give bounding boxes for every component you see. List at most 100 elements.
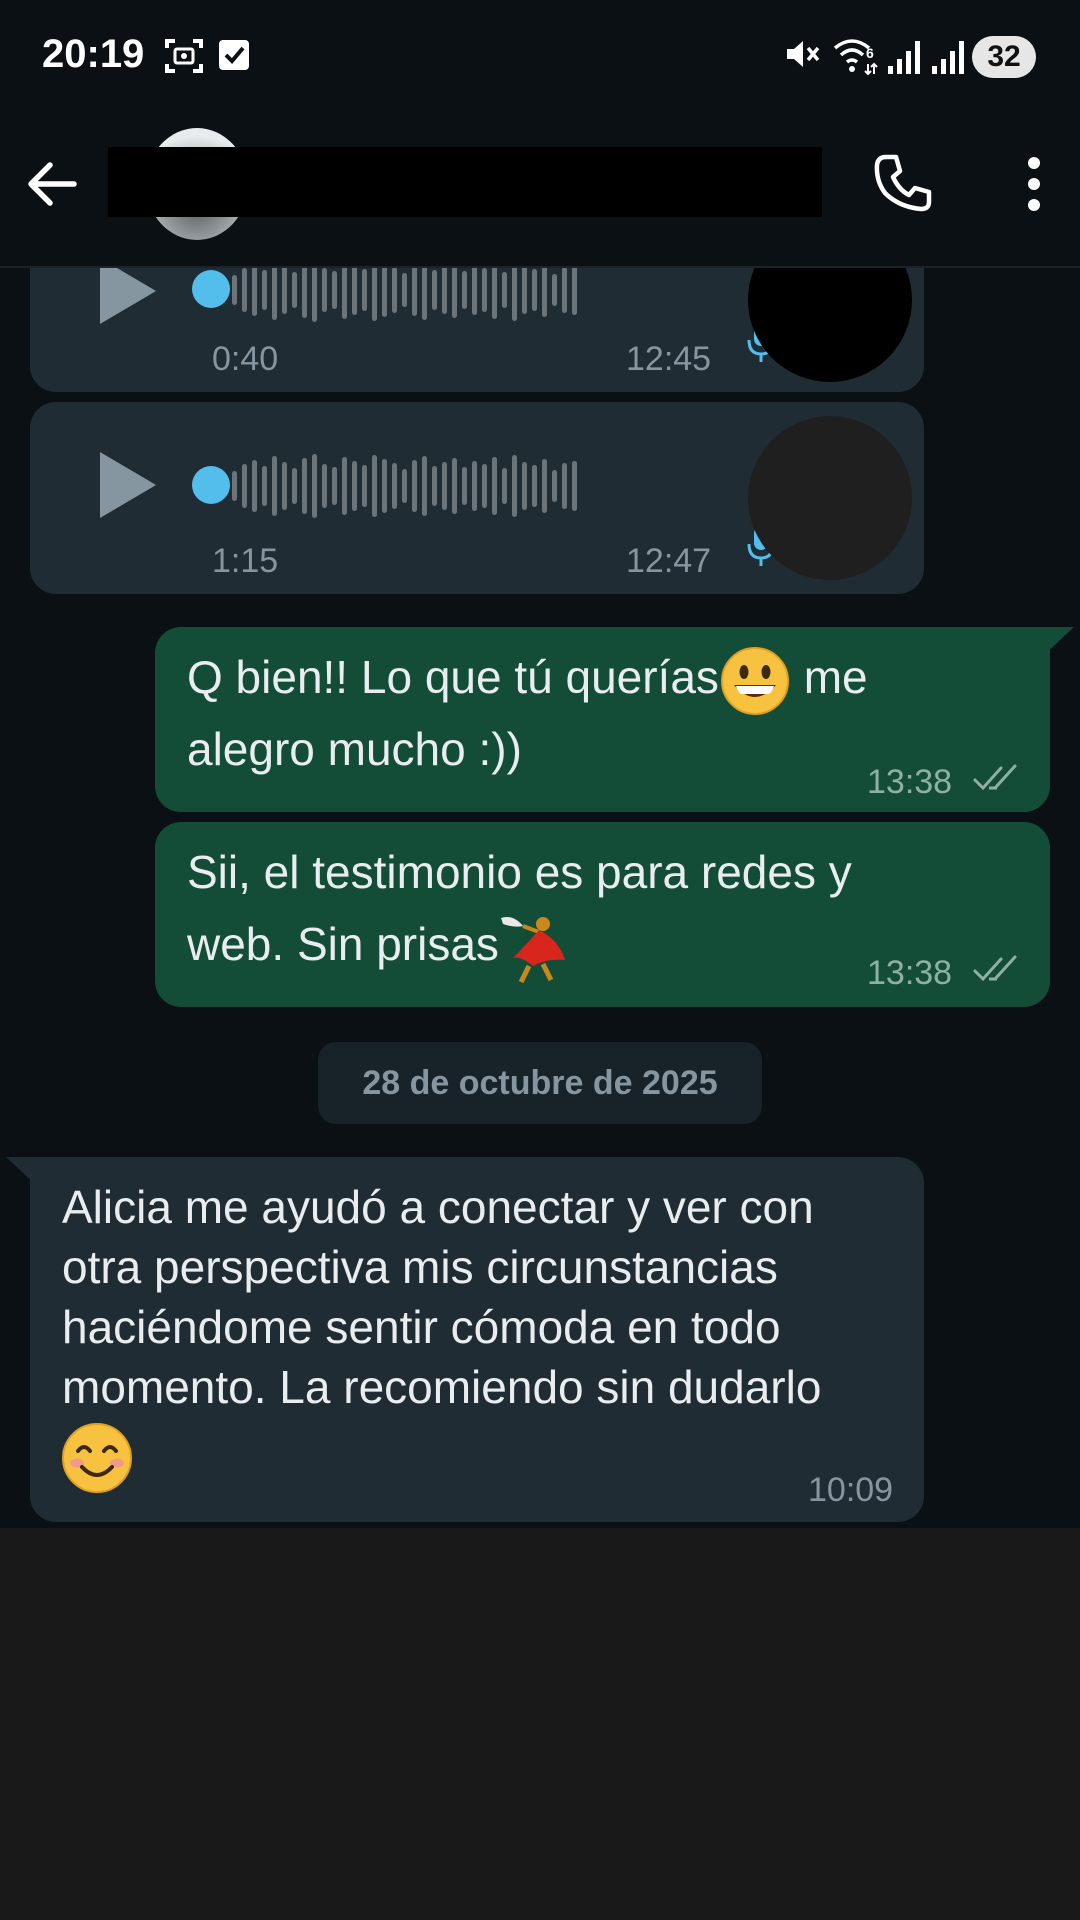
- waveform-bar: [572, 265, 577, 315]
- incoming-message[interactable]: Alicia me ayudó a conectar y ver con otr…: [30, 1157, 924, 1522]
- signal-icon: [932, 41, 964, 74]
- waveform-bar: [292, 272, 297, 308]
- waveform-bar: [452, 458, 457, 514]
- waveform-bar: [272, 456, 277, 516]
- waveform-bar: [282, 462, 287, 510]
- double-check-icon: [973, 764, 1017, 791]
- waveform-bar: [412, 264, 417, 316]
- message-text-line: haciéndome sentir cómoda en todo: [62, 1301, 781, 1353]
- waveform-bar: [322, 464, 327, 508]
- redacted-avatar: [748, 416, 912, 580]
- phone-icon[interactable]: [872, 152, 934, 214]
- message-text-line: otra perspectiva mis circunstancias: [62, 1241, 778, 1293]
- message-text-line: Q bien!! Lo que tú querías: [187, 651, 719, 703]
- mute-icon: [787, 41, 820, 67]
- waveform-bar: [402, 273, 407, 307]
- waveform-bar: [422, 260, 427, 320]
- message-text: Q bien!! Lo que tú querías me: [187, 641, 868, 717]
- waveform-bar: [512, 455, 517, 517]
- waveform-bar: [572, 461, 577, 511]
- waveform-bar: [232, 275, 237, 305]
- playback-position-dot[interactable]: [192, 270, 230, 308]
- waveform-bar: [252, 264, 257, 316]
- waveform-bar: [232, 471, 237, 501]
- waveform-bar: [522, 266, 527, 314]
- wifi-icon: 6: [833, 39, 878, 76]
- message-text-line: Alicia me ayudó a conectar y ver con: [62, 1181, 814, 1233]
- waveform-bar: [372, 455, 377, 517]
- waveform-bar: [432, 466, 437, 506]
- waveform-bar: [352, 461, 357, 511]
- checkbox-icon: [219, 40, 249, 70]
- arrow-left-icon[interactable]: [22, 154, 82, 214]
- outgoing-message[interactable]: Sii, el testimonio es para redes y web. …: [155, 822, 1050, 1007]
- outgoing-message[interactable]: Q bien!! Lo que tú querías me alegro muc…: [155, 627, 1050, 812]
- waveform-bar: [352, 265, 357, 315]
- waveform-bar: [472, 265, 477, 315]
- waveform-bar: [242, 268, 247, 312]
- message-time: 10:09: [808, 1471, 894, 1509]
- waveform-bar: [362, 269, 367, 311]
- message-text-line: web. Sin prisas: [187, 918, 499, 970]
- svg-text:6: 6: [866, 45, 874, 61]
- waveform-bar: [312, 454, 317, 518]
- chat-header: [0, 112, 1080, 268]
- waveform-bar: [492, 261, 497, 319]
- waveform-bar: [292, 468, 297, 504]
- waveform-bar: [262, 270, 267, 310]
- message-time: 12:47: [626, 542, 712, 580]
- waveform-bar: [482, 464, 487, 508]
- waveform-bar: [242, 464, 247, 508]
- battery-indicator: 32: [972, 36, 1036, 78]
- waveform-bar: [432, 270, 437, 310]
- waveform-bar: [472, 461, 477, 511]
- playback-position-dot[interactable]: [192, 466, 230, 504]
- waveform-bar: [492, 457, 497, 515]
- message-text: Alicia me ayudó a conectar y ver con otr…: [62, 1177, 821, 1417]
- waveform-bar: [442, 266, 447, 314]
- waveform-bar: [482, 268, 487, 312]
- waveform[interactable]: [232, 446, 712, 526]
- status-bar: 20:19 6 32: [0, 0, 1080, 112]
- waveform-bar: [252, 460, 257, 512]
- more-vertical-icon[interactable]: [1022, 156, 1046, 212]
- waveform-bar: [342, 457, 347, 515]
- waveform-bar: [392, 267, 397, 313]
- signal-icon: [888, 41, 920, 74]
- double-check-icon: [973, 955, 1017, 982]
- waveform-bar: [372, 259, 377, 321]
- waveform-bar: [302, 458, 307, 514]
- waveform-bar: [382, 459, 387, 513]
- waveform-bar: [382, 263, 387, 317]
- play-icon[interactable]: [96, 450, 158, 520]
- waveform-bar: [362, 465, 367, 507]
- waveform-bar: [412, 460, 417, 512]
- waveform-bar: [552, 274, 557, 306]
- waveform-bar: [542, 263, 547, 317]
- status-time: 20:19: [42, 32, 145, 76]
- waveform-bar: [282, 266, 287, 314]
- waveform-bar: [542, 459, 547, 513]
- blank-area: [0, 1528, 1080, 1920]
- waveform-bar: [392, 463, 397, 509]
- waveform-bar: [562, 267, 567, 313]
- waveform-bar: [272, 260, 277, 320]
- voice-duration: 0:40: [212, 340, 279, 378]
- bubble-tail: [1044, 627, 1074, 655]
- message-text-line: me: [790, 651, 868, 703]
- waveform-bar: [552, 470, 557, 502]
- waveform-bar: [302, 262, 307, 318]
- waveform-bar: [452, 262, 457, 318]
- waveform-bar: [562, 463, 567, 509]
- waveform-bar: [502, 272, 507, 308]
- redacted-contact-name[interactable]: [108, 147, 822, 217]
- smiling-emoji-icon: [62, 1423, 132, 1493]
- message-text-line: momento. La recomiendo sin dudarlo: [62, 1361, 822, 1413]
- waveform-bar: [402, 469, 407, 503]
- message-text: web. Sin prisas: [187, 908, 575, 986]
- message-text-line: alegro mucho :)): [187, 723, 522, 775]
- grinning-emoji-icon: [720, 646, 789, 715]
- waveform-bar: [262, 466, 267, 506]
- waveform-bar: [522, 462, 527, 510]
- waveform-bar: [322, 268, 327, 312]
